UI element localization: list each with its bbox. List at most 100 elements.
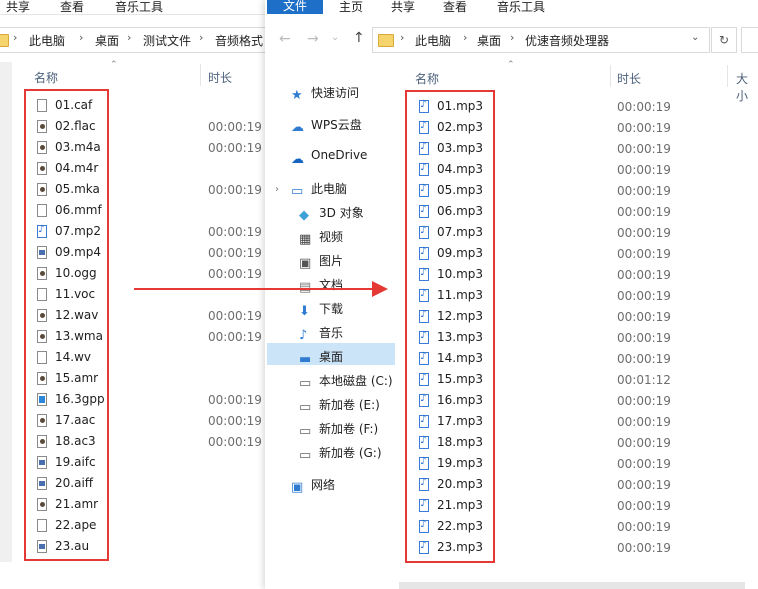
breadcrumb-item[interactable]: 桌面 <box>477 32 501 49</box>
file-duration: 00:00:19 <box>617 541 671 555</box>
nav-item-label[interactable]: 本地磁盘 (C:) <box>319 372 393 389</box>
file-duration: 00:00:19 <box>617 499 671 513</box>
up-arrow-icon[interactable]: ↑ <box>353 30 365 46</box>
horizontal-scrollbar[interactable] <box>399 582 745 589</box>
nav-item-label[interactable]: 图片 <box>319 252 343 269</box>
onedrive-icon: ☁ <box>291 152 304 167</box>
file-duration: 00:00:19 <box>208 141 262 155</box>
file-duration: 00:00:19 <box>617 247 671 261</box>
network-icon: ▣ <box>291 480 304 495</box>
nav-item-label[interactable]: OneDrive <box>311 148 367 162</box>
file-duration: 00:00:19 <box>617 478 671 492</box>
drive-icon: ▭ <box>299 376 312 391</box>
file-duration: 00:00:19 <box>617 394 671 408</box>
file-duration: 00:00:19 <box>617 520 671 534</box>
column-header-name[interactable]: 名称 <box>34 69 58 86</box>
desktop-icon: ▬ <box>299 352 312 367</box>
file-duration: 00:00:19 <box>208 120 262 134</box>
file-duration: 00:00:19 <box>617 100 671 114</box>
file-duration: 00:00:19 <box>617 415 671 429</box>
ribbon-tab-music-tools[interactable]: 音乐工具 <box>115 0 163 15</box>
search-box[interactable] <box>741 27 758 53</box>
ribbon-tab-file[interactable]: 文件 <box>267 0 323 14</box>
ribbon-tab-view[interactable]: 查看 <box>60 0 84 15</box>
chevron-right-icon: › <box>463 31 468 44</box>
cube-icon: ◆ <box>299 208 309 223</box>
transfer-arrow <box>134 288 374 290</box>
transfer-arrowhead <box>372 281 388 297</box>
nav-item-label[interactable]: 网络 <box>311 476 335 493</box>
drive-icon: ▭ <box>299 424 312 439</box>
ribbon-tab-view[interactable]: 查看 <box>443 0 467 15</box>
cloud-icon: ☁ <box>291 120 304 135</box>
chevron-right-icon: › <box>400 31 405 44</box>
chevron-down-icon[interactable]: ⌄ <box>331 32 339 43</box>
breadcrumb-item[interactable]: 测试文件 <box>143 32 191 49</box>
nav-item-label[interactable]: 新加卷 (G:) <box>319 444 382 461</box>
chevron-right-icon: › <box>127 31 132 44</box>
chevron-right-icon[interactable]: › <box>275 184 279 195</box>
folder-icon <box>0 34 9 47</box>
ribbon-tab-share[interactable]: 共享 <box>391 0 415 15</box>
star-icon: ★ <box>291 88 303 103</box>
left-address-bar[interactable]: › 此电脑 › 桌面 › 测试文件 › 音频格式 <box>0 27 270 53</box>
ribbon-tab-home[interactable]: 主页 <box>339 0 363 15</box>
file-duration: 00:00:19 <box>617 205 671 219</box>
nav-item-label[interactable]: 桌面 <box>319 348 343 365</box>
nav-item-label[interactable]: 3D 对象 <box>319 204 364 221</box>
left-scrollbar[interactable] <box>0 62 12 562</box>
breadcrumb-item[interactable]: 音频格式 <box>215 32 263 49</box>
sort-up-icon: ⌃ <box>110 60 118 70</box>
file-duration: 00:00:19 <box>208 246 262 260</box>
download-icon: ⬇ <box>299 304 310 319</box>
file-duration: 00:00:19 <box>617 289 671 303</box>
file-duration: 00:00:19 <box>208 330 262 344</box>
breadcrumb-item[interactable]: 优速音频处理器 <box>525 32 609 49</box>
column-divider[interactable] <box>727 65 728 87</box>
nav-item-label[interactable]: 下载 <box>319 300 343 317</box>
nav-item-label[interactable]: 此电脑 <box>311 180 347 197</box>
nav-item-label[interactable]: WPS云盘 <box>311 116 362 133</box>
breadcrumb-item[interactable]: 此电脑 <box>415 32 451 49</box>
breadcrumb-item[interactable]: 此电脑 <box>29 32 65 49</box>
sort-up-icon: ⌃ <box>507 60 515 70</box>
nav-item-label[interactable]: 音乐 <box>319 324 343 341</box>
file-duration: 00:00:19 <box>617 226 671 240</box>
back-arrow-icon[interactable]: ← <box>279 31 291 47</box>
column-divider[interactable] <box>200 64 201 86</box>
nav-item-label[interactable]: 新加卷 (F:) <box>319 420 378 437</box>
file-duration: 00:00:19 <box>208 393 262 407</box>
chevron-down-icon[interactable]: ⌄ <box>691 32 699 43</box>
chevron-right-icon: › <box>79 31 84 44</box>
nav-item-label[interactable]: 新加卷 (E:) <box>319 396 380 413</box>
left-explorer-window: 共享 查看 音乐工具 › 此电脑 › 桌面 › 测试文件 › 音频格式 ⌃ 名称… <box>0 0 270 589</box>
forward-arrow-icon[interactable]: → <box>307 31 319 47</box>
right-address-bar[interactable]: › 此电脑 › 桌面 › 优速音频处理器 ⌄ <box>372 27 710 53</box>
column-header-name[interactable]: 名称 <box>415 70 439 87</box>
column-header-size[interactable]: 大小 <box>736 70 758 104</box>
file-duration: 00:00:19 <box>617 163 671 177</box>
right-ribbon: 文件 主页 共享 查看 音乐工具 <box>265 0 758 14</box>
ribbon-tab-share[interactable]: 共享 <box>6 0 30 15</box>
right-explorer-window: 文件 主页 共享 查看 音乐工具 ← → ⌄ ↑ › 此电脑 › 桌面 › 优速… <box>265 0 758 589</box>
column-header-duration[interactable]: 时长 <box>208 69 232 86</box>
column-header-duration[interactable]: 时长 <box>617 70 641 87</box>
highlight-box <box>405 90 495 563</box>
column-divider[interactable] <box>610 65 611 87</box>
file-duration: 00:00:19 <box>617 331 671 345</box>
file-duration: 00:00:19 <box>617 184 671 198</box>
file-duration: 00:00:19 <box>617 352 671 366</box>
left-ribbon: 共享 查看 音乐工具 <box>0 0 270 15</box>
refresh-icon[interactable]: ↻ <box>711 27 737 53</box>
folder-icon <box>378 34 394 47</box>
breadcrumb-item[interactable]: 桌面 <box>95 32 119 49</box>
computer-icon: ▭ <box>291 184 304 199</box>
file-duration: 00:00:19 <box>208 309 262 323</box>
nav-item-label[interactable]: 快速访问 <box>311 84 359 101</box>
file-duration: 00:00:19 <box>617 268 671 282</box>
nav-item-label[interactable]: 文档 <box>319 276 343 293</box>
drive-icon: ▭ <box>299 400 312 415</box>
file-duration: 00:00:19 <box>617 457 671 471</box>
ribbon-tab-music-tools[interactable]: 音乐工具 <box>497 0 545 15</box>
nav-item-label[interactable]: 视频 <box>319 228 343 245</box>
